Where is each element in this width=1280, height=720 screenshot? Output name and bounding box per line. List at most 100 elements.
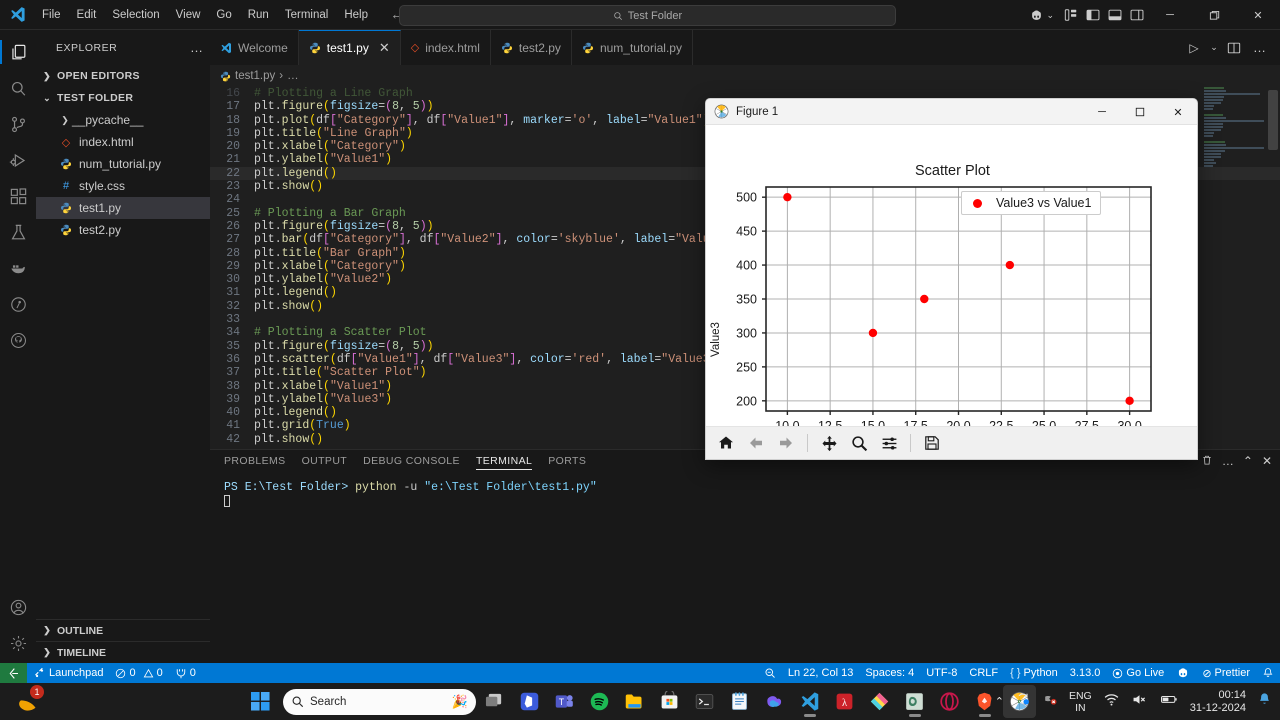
tab-test1-py[interactable]: test1.py ✕ — [298, 30, 401, 65]
launchpad-status-item[interactable]: Launchpad — [27, 663, 109, 683]
sidebar-item-source-control[interactable] — [0, 106, 36, 142]
minimap[interactable] — [1204, 87, 1266, 449]
zoom-icon[interactable] — [847, 431, 871, 455]
tree-item-style-css[interactable]: # style.css — [36, 175, 210, 197]
taskbar-app-copilot[interactable] — [758, 685, 791, 718]
eol-status-item[interactable]: CRLF — [963, 663, 1004, 683]
save-icon[interactable] — [920, 431, 944, 455]
sidebar-item-explorer[interactable] — [0, 34, 36, 70]
language-mode-status-item[interactable]: { } Python — [1004, 663, 1064, 683]
run-python-file-icon[interactable]: ▷ — [1182, 36, 1206, 60]
editor-more-actions-icon[interactable]: … — [1248, 36, 1272, 60]
kill-terminal-icon[interactable] — [1201, 454, 1213, 469]
window-minimize-button[interactable]: ─ — [1148, 0, 1192, 30]
tab-num-tutorial-py[interactable]: num_tutorial.py — [571, 30, 693, 65]
tab-ports[interactable]: PORTS — [548, 453, 586, 469]
sidebar-item-search[interactable] — [0, 70, 36, 106]
taskbar-app-microsoft-store[interactable] — [653, 685, 686, 718]
split-editor-icon[interactable] — [1222, 36, 1246, 60]
tab-output[interactable]: OUTPUT — [302, 453, 348, 469]
copilot-status-item[interactable] — [1170, 663, 1196, 683]
sidebar-item-docker[interactable] — [0, 250, 36, 286]
figure-maximize-button[interactable] — [1121, 99, 1159, 125]
open-editors-section[interactable]: ❯ OPEN EDITORS — [36, 65, 210, 87]
taskbar-app-file-explorer[interactable] — [618, 685, 651, 718]
tree-item-index-html[interactable]: ◇ index.html — [36, 131, 210, 153]
taskbar-app-notepad[interactable] — [723, 685, 756, 718]
problems-status-item[interactable]: 0 0 — [109, 663, 168, 683]
tab-debug-console[interactable]: DEBUG CONSOLE — [363, 453, 460, 469]
outline-section[interactable]: ❯ OUTLINE — [36, 619, 210, 641]
tree-item-test2-py[interactable]: test2.py — [36, 219, 210, 241]
taskbar-app-obsidian[interactable] — [513, 685, 546, 718]
accounts-icon[interactable] — [0, 589, 36, 625]
test-folder-section[interactable]: ⌄ TEST FOLDER — [36, 87, 210, 109]
tree-item-pycache[interactable]: ❯ __pycache__ — [36, 109, 210, 131]
figure-close-button[interactable]: ✕ — [1159, 99, 1197, 125]
timeline-section[interactable]: ❯ TIMELINE — [36, 641, 210, 663]
onedrive-sync-icon[interactable] — [1015, 691, 1031, 712]
settings-gear-icon[interactable] — [0, 625, 36, 661]
sidebar-item-testing[interactable] — [0, 214, 36, 250]
toggle-primary-sidebar-icon[interactable] — [1082, 0, 1104, 30]
toggle-secondary-sidebar-icon[interactable] — [1126, 0, 1148, 30]
menu-run[interactable]: Run — [240, 6, 277, 24]
configure-subplots-icon[interactable] — [877, 431, 901, 455]
maximize-panel-icon[interactable]: ⌃ — [1243, 454, 1253, 468]
home-icon[interactable] — [714, 431, 738, 455]
figure-titlebar[interactable]: Figure 1 ─ ✕ — [706, 99, 1197, 125]
python-interpreter-status-item[interactable]: 3.13.0 — [1064, 663, 1107, 683]
forward-arrow-icon[interactable] — [774, 431, 798, 455]
sidebar-item-remote-explorer[interactable] — [0, 286, 36, 322]
tab-close-icon[interactable]: ✕ — [379, 40, 390, 56]
breadcrumb-rest[interactable]: … — [287, 70, 299, 82]
go-live-status-item[interactable]: Go Live — [1106, 663, 1170, 683]
close-panel-icon[interactable]: ✕ — [1262, 454, 1272, 468]
show-hidden-icons-chevron[interactable]: ⌃ — [995, 695, 1004, 708]
taskbar-app-terminal[interactable] — [688, 685, 721, 718]
taskbar-app-sticky-notes[interactable] — [863, 685, 896, 718]
sidebar-item-run-and-debug[interactable] — [0, 142, 36, 178]
terminal-output[interactable]: PS E:\Test Folder> python -u "e:\Test Fo… — [210, 472, 1280, 510]
taskbar-app-teams[interactable]: T — [548, 685, 581, 718]
notifications-status-item[interactable] — [1256, 663, 1280, 683]
volume-muted-icon[interactable] — [1131, 691, 1148, 713]
sidebar-item-github[interactable] — [0, 322, 36, 358]
taskbar-app-opera[interactable] — [933, 685, 966, 718]
copilot-button[interactable]: ⌄ — [1029, 8, 1054, 23]
taskbar-app-vscode[interactable] — [793, 685, 826, 718]
menu-selection[interactable]: Selection — [104, 6, 167, 24]
start-button[interactable] — [244, 685, 277, 718]
remote-window-button[interactable] — [0, 663, 27, 683]
tab-welcome[interactable]: Welcome — [210, 30, 299, 65]
pan-icon[interactable] — [817, 431, 841, 455]
editor-zoom-status-item[interactable] — [758, 663, 782, 683]
panel-more-actions-icon[interactable]: … — [1222, 454, 1234, 468]
tab-problems[interactable]: PROBLEMS — [224, 453, 286, 469]
menu-terminal[interactable]: Terminal — [277, 6, 336, 24]
matplotlib-figure-window[interactable]: Figure 1 ─ ✕ Scatter Plot Value3 Value1 … — [705, 98, 1198, 460]
back-arrow-icon[interactable] — [744, 431, 768, 455]
menu-edit[interactable]: Edit — [69, 6, 105, 24]
battery-icon[interactable] — [1159, 689, 1179, 714]
language-indicator[interactable]: ENG IN — [1069, 690, 1092, 714]
taskbar-clock[interactable]: 00:14 31-12-2024 — [1190, 689, 1246, 715]
prettier-status-item[interactable]: ⊘ Prettier — [1196, 663, 1256, 683]
wifi-icon[interactable] — [1103, 691, 1120, 713]
breadcrumb-file[interactable]: test1.py — [235, 70, 275, 82]
tree-item-test1-py[interactable]: test1.py — [36, 197, 210, 219]
cursor-position-status-item[interactable]: Ln 22, Col 13 — [782, 663, 859, 683]
window-restore-button[interactable] — [1192, 0, 1236, 30]
toggle-panel-icon[interactable] — [1104, 0, 1126, 30]
indentation-status-item[interactable]: Spaces: 4 — [859, 663, 920, 683]
tree-item-num-tutorial-py[interactable]: num_tutorial.py — [36, 153, 210, 175]
menu-help[interactable]: Help — [336, 6, 376, 24]
layout-customize-icon[interactable] — [1060, 0, 1082, 30]
figure-minimize-button[interactable]: ─ — [1083, 99, 1121, 125]
run-options-chevron-icon[interactable]: ⌄ — [1208, 36, 1220, 60]
taskbar-app-spotify[interactable] — [583, 685, 616, 718]
notification-bell-icon[interactable] — [1257, 692, 1272, 712]
window-close-button[interactable]: ✕ — [1236, 0, 1280, 30]
menu-view[interactable]: View — [168, 6, 209, 24]
tab-index-html[interactable]: ◇ index.html — [400, 30, 491, 65]
